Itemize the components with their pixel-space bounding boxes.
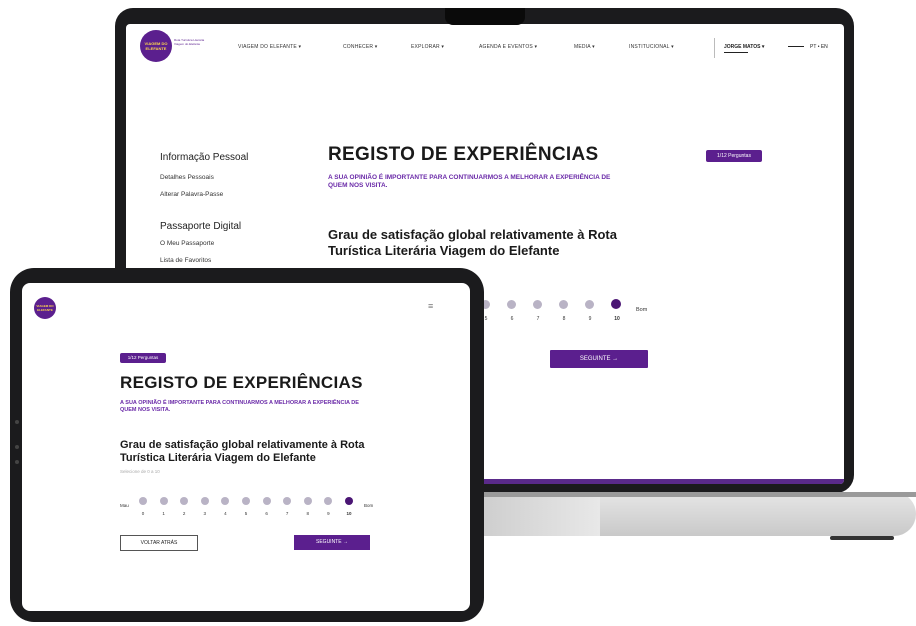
language-switch[interactable]: PT • EN [810, 44, 828, 50]
paw-icon[interactable] [180, 497, 189, 505]
sidebar-section-personal: Informação Pessoal [160, 152, 249, 163]
sidebar-item-favorites[interactable]: Lista de Favoritos [160, 257, 211, 264]
question-text: Grau de satisfação global relativamente … [120, 439, 365, 464]
sidebar-item-change-password[interactable]: Alterar Palavra-Passe [160, 191, 223, 198]
brand-logo-text: VIAGEM DO ELEFANTE [144, 41, 168, 51]
sidebar-item-personal-details[interactable]: Detalhes Pessoais [160, 174, 214, 181]
nav-item-viagem[interactable]: VIAGEM DO ELEFANTE ▾ [238, 44, 301, 50]
laptop-hinge [440, 492, 916, 497]
rating-number: 0 [141, 511, 145, 516]
back-button[interactable]: VOLTAR ATRÁS [120, 535, 198, 551]
lang-divider [788, 46, 804, 47]
nav-item-agenda[interactable]: AGENDA E EVENTOS ▾ [479, 44, 537, 50]
rating-number: 9 [588, 316, 592, 322]
rating-number: 3 [203, 511, 207, 516]
nav-divider [714, 38, 715, 58]
user-menu-underline [724, 52, 748, 53]
rating-number: 6 [510, 316, 514, 322]
paw-icon-selected[interactable] [345, 497, 353, 505]
paw-icon[interactable] [585, 300, 594, 309]
hamburger-menu-icon[interactable]: ≡ [428, 301, 433, 311]
rating-number: 2 [182, 511, 186, 516]
camera-notch [445, 8, 525, 25]
paw-icon[interactable] [139, 497, 147, 505]
paw-icon[interactable] [559, 300, 568, 309]
nav-item-explorar[interactable]: EXPLORAR ▾ [411, 44, 444, 50]
paw-icon[interactable] [221, 497, 230, 505]
paw-icon[interactable] [200, 497, 209, 505]
rating-number: 5 [244, 511, 248, 516]
tablet-sensor [15, 460, 19, 464]
tablet-camera [15, 420, 19, 424]
question-progress-badge: 1/12 Perguntas [706, 150, 762, 162]
paw-icon[interactable] [533, 300, 542, 309]
rating-number: 4 [224, 511, 227, 516]
question-hint: Selecione de 0 a 10 [120, 469, 160, 474]
rating-number: 6 [265, 511, 268, 516]
next-button[interactable]: SEGUINTE → [294, 535, 370, 550]
scale-end-label: Bom [636, 307, 648, 313]
page-subtitle: A SUA OPINIÃO É IMPORTANTE PARA CONTINUA… [328, 174, 611, 189]
user-menu[interactable]: JORGE MATOS ▾ [724, 44, 764, 50]
nav-item-institucional[interactable]: INSTITUCIONAL ▾ [629, 44, 674, 50]
rating-number: 7 [285, 511, 289, 516]
rating-number-selected: 10 [346, 511, 352, 516]
rating-number: 8 [306, 511, 310, 516]
sidebar-item-my-passport[interactable]: O Meu Passaporte [160, 240, 214, 247]
paw-icon[interactable] [507, 300, 516, 309]
rating-number: 1 [162, 511, 165, 516]
paw-icon[interactable] [324, 497, 333, 505]
page-subtitle: A SUA OPINIÃO É IMPORTANTE PARA CONTINUA… [120, 400, 359, 413]
question-text: Grau de satisfação global relativamente … [328, 227, 617, 258]
brand-logo-text: VIAGEM DO ELEFANTE [36, 304, 54, 312]
paw-icon-selected[interactable] [611, 299, 621, 309]
next-button[interactable]: SEGUINTE → [550, 350, 648, 368]
sidebar-section-passport: Passaporte Digital [160, 221, 242, 232]
rating-number: 9 [327, 511, 330, 516]
rating-number: 7 [536, 316, 540, 322]
page-title: REGISTO DE EXPERIÊNCIAS [120, 373, 363, 392]
nav-item-media[interactable]: MEDIA ▾ [574, 44, 595, 50]
rating-number: 8 [562, 316, 566, 322]
scale-end-label: Bom [364, 503, 374, 508]
tablet-screen: VIAGEM DO ELEFANTE ≡ 1/12 Perguntas REGI… [22, 283, 470, 611]
tablet-sensor [15, 445, 19, 449]
scale-start-label: Mau [120, 503, 129, 508]
laptop-foot [830, 536, 894, 540]
question-progress-badge: 1/12 Perguntas [120, 353, 166, 363]
paw-icon[interactable] [242, 497, 250, 505]
rating-number-selected: 10 [614, 316, 620, 322]
brand-tagline: Rota Turística Literária Viagem do Elefa… [174, 38, 205, 46]
paw-icon[interactable] [303, 497, 312, 505]
page-title: REGISTO DE EXPERIÊNCIAS [328, 144, 599, 165]
paw-icon[interactable] [283, 497, 292, 505]
paw-icon[interactable] [159, 497, 168, 505]
paw-icon[interactable] [262, 497, 271, 505]
nav-item-conhecer[interactable]: CONHECER ▾ [343, 44, 378, 50]
